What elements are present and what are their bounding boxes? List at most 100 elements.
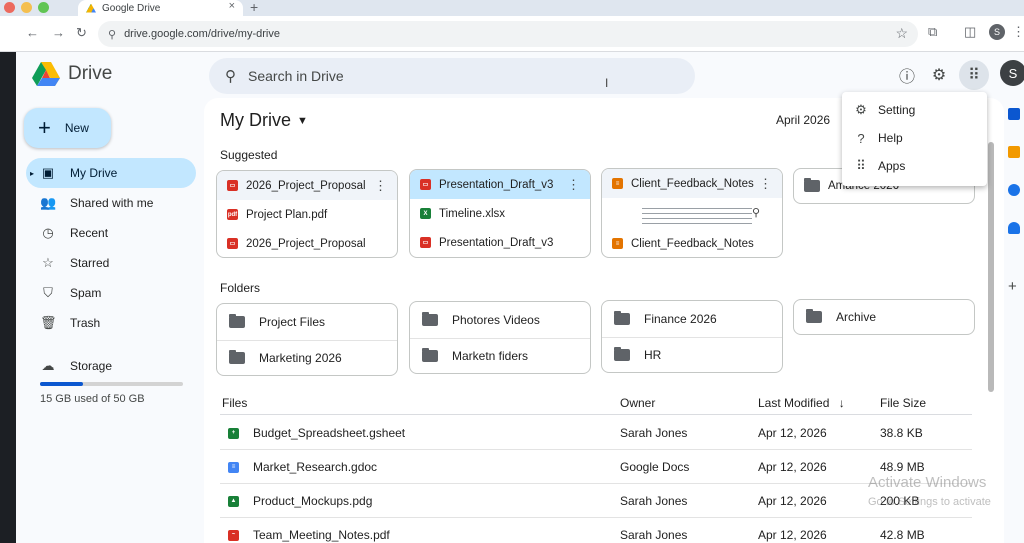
calendar-icon[interactable] xyxy=(1008,108,1020,120)
maximize-window-button[interactable] xyxy=(38,2,49,13)
folder-name: Archive xyxy=(836,310,877,324)
settings-gear-icon[interactable]: ⚙ xyxy=(928,64,950,86)
sidebar-item-trash[interactable]: 🗑 Trash xyxy=(26,308,196,338)
sidebar-item-label: Starred xyxy=(70,256,110,270)
more-options-icon[interactable]: ⋮ xyxy=(567,177,580,193)
suggested-card-header[interactable]: ▭ 2026_Project_Proposal ⋮ xyxy=(217,171,397,200)
help-icon: ? xyxy=(857,130,865,146)
folder-item[interactable]: HR xyxy=(602,336,782,373)
file-name: Market_Research.gdoc xyxy=(253,460,378,474)
sidebar-item-my-drive[interactable]: ▸ ▣ My Drive xyxy=(26,158,196,188)
sidebar-item-recent[interactable]: ◷ Recent xyxy=(26,218,196,248)
table-row[interactable]: + Budget_Spreadsheet.gsheet Sarah Jones A… xyxy=(220,417,972,450)
browser-tab[interactable]: Google Drive × xyxy=(78,0,243,16)
folder-card[interactable]: Project Files Marketing 2026 xyxy=(216,303,398,376)
column-last-modified[interactable]: Last Modified ↓ xyxy=(758,396,880,410)
table-row[interactable]: ~ Team_Meeting_Notes.pdf Sarah Jones Apr … xyxy=(220,519,972,543)
file-size: 42.8 MB xyxy=(880,528,925,542)
menu-item-help[interactable]: ? Help xyxy=(842,124,987,152)
file-size: 48.9 MB xyxy=(880,460,925,474)
bookmark-star-icon[interactable]: ☆ xyxy=(895,25,908,42)
search-icon[interactable]: ⚲ xyxy=(225,67,236,85)
folder-item[interactable]: Marketing 2026 xyxy=(217,339,397,376)
browser-profile-avatar[interactable]: S xyxy=(989,24,1005,40)
close-window-button[interactable] xyxy=(4,2,15,13)
file-modified: Apr 12, 2026 xyxy=(758,494,827,508)
table-row[interactable]: ▲ Product_Mockups.pdg Sarah Jones Apr 12,… xyxy=(220,485,972,518)
cloud-icon: ☁ xyxy=(41,358,55,373)
tasks-icon[interactable] xyxy=(1008,184,1020,196)
drive-logo[interactable]: Drive xyxy=(32,62,112,86)
file-name: Budget_Spreadsheet.gsheet xyxy=(253,426,406,440)
sidebar-item-label: Shared with me xyxy=(70,196,154,210)
my-drive-icon: ▣ xyxy=(41,165,55,180)
contacts-icon[interactable] xyxy=(1008,222,1020,234)
files-section-label: Files xyxy=(222,395,248,410)
page-title-text: My Drive xyxy=(220,110,291,130)
folder-card[interactable]: Photores Videos Marketn fiders xyxy=(409,301,591,374)
column-file-size[interactable]: File Size xyxy=(880,396,972,410)
folder-item[interactable]: Photores Videos xyxy=(410,302,590,338)
folder-item-archive[interactable]: Archive xyxy=(793,299,975,335)
extensions-icon[interactable]: ⧉ xyxy=(928,24,937,40)
folder-item[interactable]: Finance 2026 xyxy=(602,301,782,337)
pdf-file-icon: ~ xyxy=(228,529,239,541)
sidebar-item-starred[interactable]: ☆ Starred xyxy=(26,248,196,278)
suggested-card-row[interactable]: ≡ Client_Feedback_Notes xyxy=(602,229,782,257)
vertical-scrollbar[interactable] xyxy=(988,142,994,392)
back-arrow-icon[interactable]: ← xyxy=(26,25,39,40)
drive-app: Drive ⚲ Search in Drive I ⓘ ⚙ ⠿ S + New … xyxy=(16,52,1024,543)
suggested-card[interactable]: ▭ 2026_Project_Proposal ⋮ pdf Project Pl… xyxy=(216,170,398,258)
suggested-card-row[interactable]: pdf Project Plan.pdf xyxy=(217,200,397,229)
more-options-icon[interactable]: ⋮ xyxy=(759,176,772,192)
file-owner: Google Docs xyxy=(620,460,690,474)
menu-item-apps[interactable]: ⠿ Apps xyxy=(842,152,987,180)
sidebar-item-spam[interactable]: ⛉ Spam xyxy=(26,278,196,308)
expand-arrow-icon[interactable]: ▸ xyxy=(30,169,34,178)
new-tab-button[interactable]: + xyxy=(250,0,258,15)
activation-watermark: Activate Windows xyxy=(868,474,987,491)
suggested-card[interactable]: ▭ Presentation_Draft_v3 ⋮ X Timeline.xls… xyxy=(409,169,591,258)
sidebar-item-shared[interactable]: 👥 Shared with me xyxy=(26,188,196,218)
search-input[interactable]: ⚲ Search in Drive I xyxy=(209,58,695,94)
sort-arrow-icon[interactable]: ↓ xyxy=(839,396,845,410)
suggested-card-row[interactable]: ▭ 2026_Project_Proposal xyxy=(217,229,397,257)
star-icon: ☆ xyxy=(42,255,54,270)
site-info-icon[interactable]: ⚲ xyxy=(108,28,116,41)
suggested-card-header[interactable]: ▭ Presentation_Draft_v3 ⋮ xyxy=(410,170,590,199)
suggested-card[interactable]: ≡ Client_Feedback_Notes ⋮ ⚲ ≡ Client_Fee… xyxy=(601,168,783,258)
zoom-cursor-icon: ⚲ xyxy=(752,207,761,219)
storage-meter-fill xyxy=(40,382,83,386)
page-title[interactable]: My Drive ▼ xyxy=(220,110,308,131)
tab-close-icon[interactable]: × xyxy=(229,0,235,12)
suggested-card-header[interactable]: ≡ Client_Feedback_Notes ⋮ xyxy=(602,169,782,198)
apps-grid-icon[interactable]: ⠿ xyxy=(959,60,989,90)
folder-item[interactable]: Project Files xyxy=(217,304,397,340)
table-row[interactable]: ≡ Market_Research.gdoc Google Docs Apr 12… xyxy=(220,451,972,484)
keep-icon[interactable] xyxy=(1008,146,1020,158)
sidebar-item-storage[interactable]: ☁ Storage xyxy=(26,351,196,381)
add-addon-icon[interactable]: + xyxy=(1008,278,1017,295)
side-panel-icon[interactable]: ◫ xyxy=(964,24,976,40)
forward-arrow-icon[interactable]: → xyxy=(52,25,65,40)
browser-menu-icon[interactable]: ⋮ xyxy=(1012,24,1024,40)
menu-item-label: Setting xyxy=(878,103,916,117)
suggested-card-row[interactable]: X Timeline.xlsx xyxy=(410,199,590,228)
sidebar-item-label: Spam xyxy=(70,286,102,300)
sheets-file-icon: + xyxy=(228,427,239,439)
menu-item-setting[interactable]: ⚙ Setting xyxy=(842,96,987,124)
folder-card[interactable]: Finance 2026 HR xyxy=(601,300,783,373)
sidebar-item-label: Trash xyxy=(70,316,101,330)
sidebar-nav: ▸ ▣ My Drive 👥 Shared with me ◷ Recent ☆… xyxy=(26,158,196,381)
url-field[interactable]: ⚲ drive.google.com/drive/my-drive ☆ xyxy=(98,21,918,47)
folder-item[interactable]: Marketn fiders xyxy=(410,337,590,374)
help-icon[interactable]: ⓘ xyxy=(896,64,918,86)
account-avatar[interactable]: S xyxy=(1000,60,1024,86)
reload-icon[interactable]: ↻ xyxy=(76,25,87,41)
new-button[interactable]: + New xyxy=(24,108,111,148)
column-owner[interactable]: Owner xyxy=(620,396,758,410)
suggested-card-row[interactable]: ▭ Presentation_Draft_v3 xyxy=(410,228,590,257)
minimize-window-button[interactable] xyxy=(21,2,32,13)
date-label: April 2026 xyxy=(776,113,831,127)
more-options-icon[interactable]: ⋮ xyxy=(374,178,387,194)
